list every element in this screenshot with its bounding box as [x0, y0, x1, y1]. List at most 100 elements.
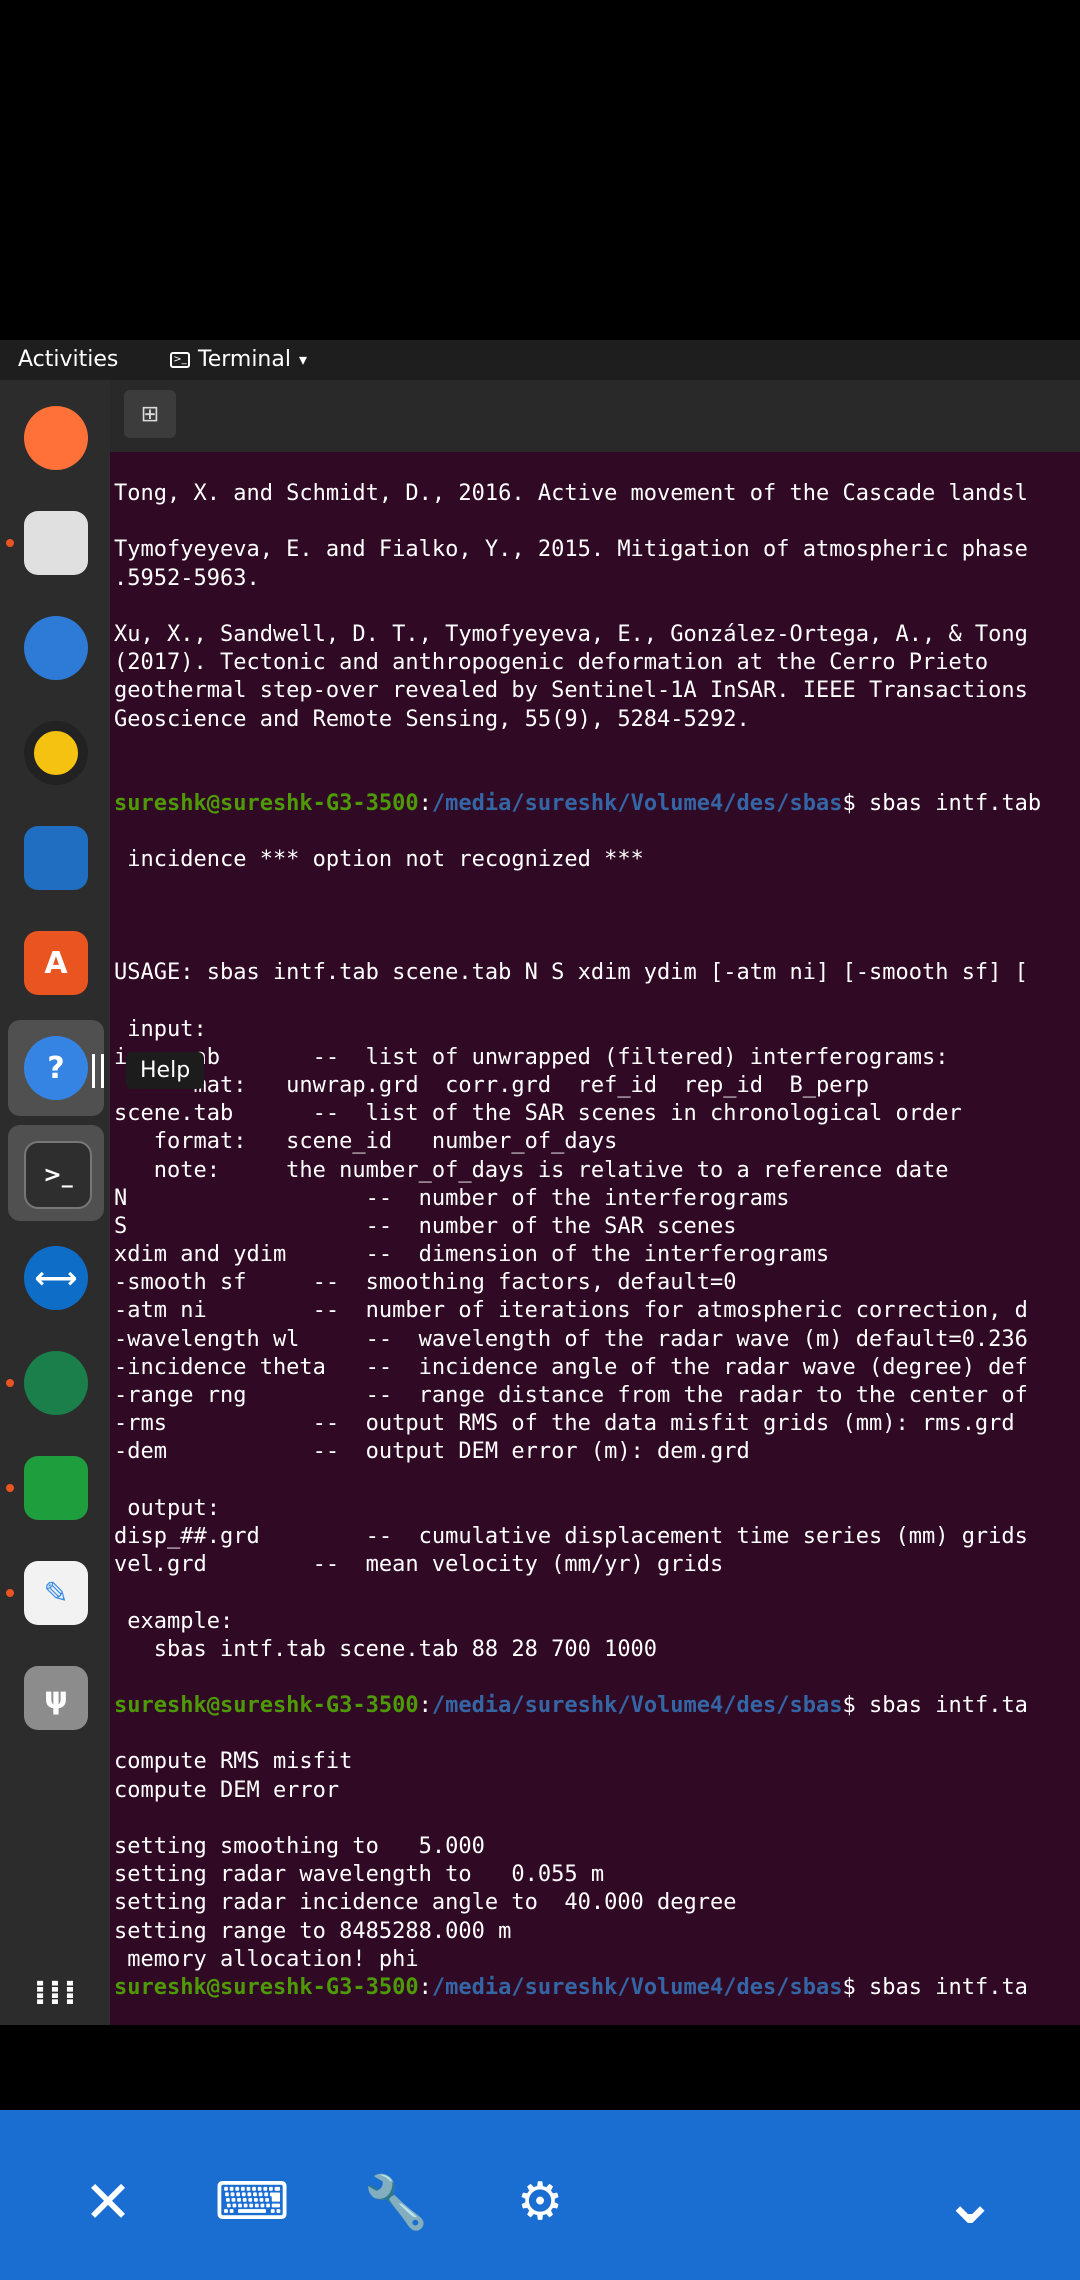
dock-item-firefox[interactable]: [8, 390, 104, 486]
usb-drive-icon: ψ: [24, 1666, 88, 1730]
help-icon: ?: [24, 1036, 88, 1100]
terminal-line: Tong, X. and Schmidt, D., 2016. Active m…: [114, 481, 1028, 506]
terminal-line: input:: [114, 1016, 207, 1042]
terminal-line: S -- number of the SAR scenes: [114, 1213, 737, 1239]
terminal-tab-bar: ⊞: [110, 380, 1080, 452]
running-indicator: [6, 1589, 14, 1597]
gear-icon: ⚙: [516, 2172, 564, 2232]
terminal-line: memory allocation! phi: [114, 1946, 419, 1972]
prompt-separator: :: [418, 791, 432, 817]
keyboard-icon: ⌨: [214, 2172, 290, 2232]
prompt-command: $ sbas intf.tab: [842, 791, 1042, 817]
terminal-line: scene.tab -- list of the SAR scenes in c…: [114, 1101, 962, 1127]
wrench-icon: 🔧: [363, 2172, 429, 2233]
close-button[interactable]: ✕: [58, 2152, 158, 2252]
terminal-line: mat: unwrap.grd corr.grd ref_id rep_id B…: [114, 1072, 869, 1098]
webcam-icon: [24, 1351, 88, 1415]
dock-item-files[interactable]: [6, 495, 104, 591]
terminal-line: setting radar incidence angle to 40.000 …: [114, 1890, 737, 1916]
dock-item-help[interactable]: ?: [8, 1020, 104, 1116]
dock-item-usb-drive[interactable]: ψ: [8, 1650, 104, 1746]
gear-button[interactable]: ⚙: [490, 2152, 590, 2252]
prompt-path: /media/sureshk/Volume4/des/sbas: [431, 1974, 843, 2000]
terminal-line: .5952-5963.: [114, 565, 260, 591]
terminal-line: -smooth sf -- smoothing factors, default…: [114, 1270, 737, 1296]
text-editor-icon: ✎: [24, 1561, 88, 1625]
terminal-line: sbas intf.tab scene.tab 88 28 700 1000: [114, 1636, 658, 1662]
terminal-line: output:: [114, 1495, 220, 1521]
terminal-line: Tymofyeyeva, E. and Fialko, Y., 2015. Mi…: [114, 537, 1028, 563]
libreoffice-calc-icon: [24, 1456, 88, 1520]
teamviewer-icon: ⟷: [24, 1246, 88, 1310]
show-applications-button[interactable]: ⁞⁞⁞: [8, 1945, 104, 2025]
dock-item-libreoffice-writer[interactable]: [8, 810, 104, 906]
terminal-app-menu[interactable]: >_ Terminal ▾: [170, 347, 307, 372]
terminal-line: setting radar wavelength to 0.055 m: [114, 1862, 605, 1888]
terminal-line: sureshk@sureshk-G3-3500:/media/sureshk/V…: [114, 790, 1080, 818]
rhythmbox-icon: [24, 721, 88, 785]
terminal-icon: >_: [24, 1141, 92, 1209]
new-tab-button[interactable]: ⊞: [124, 390, 176, 438]
remote-desktop-screen: Activities >_ Terminal ▾ A? >_ ⟷ ✎ ψ ⁞⁞⁞ ⊞ To…: [0, 340, 1080, 2025]
dock-item-teamviewer[interactable]: ⟷: [8, 1230, 104, 1326]
terminal-line: -dem -- output DEM error (m): dem.grd: [114, 1439, 750, 1465]
text-cursor-icon: [92, 1054, 104, 1088]
app-menu-label: Terminal: [198, 347, 291, 372]
close-icon: ✕: [83, 2168, 133, 2236]
terminal-line: USAGE: sbas intf.tab scene.tab N S xdim …: [114, 960, 1028, 986]
terminal-line: disp_##.grd -- cumulative displacement t…: [114, 1523, 1028, 1549]
terminal-line: -wavelength wl -- wavelength of the rada…: [114, 1326, 1028, 1352]
dock-item-rhythmbox[interactable]: [8, 705, 104, 801]
terminal-line: incidence *** option not recognized ***: [114, 847, 644, 873]
chevron-down-icon: ⌄: [943, 2165, 997, 2239]
files-icon: [24, 511, 88, 575]
terminal-line: i ab -- list of unwrapped (filtered) int…: [114, 1044, 949, 1070]
terminal-line: setting range to 8485288.000 m: [114, 1918, 512, 1944]
dock-item-software-center[interactable]: A: [8, 915, 104, 1011]
running-indicator: [6, 1484, 14, 1492]
remote-control-toolbar: ✕ ⌨ 🔧 ⚙ ⌄: [0, 2110, 1080, 2280]
terminal-line: -rms -- output RMS of the data misfit gr…: [114, 1411, 1015, 1437]
terminal-line: geothermal step-over revealed by Sentine…: [114, 678, 1028, 704]
prompt-path: /media/sureshk/Volume4/des/sbas: [431, 1693, 843, 1719]
dock-item-thunderbird[interactable]: [8, 600, 104, 696]
wrench-button[interactable]: 🔧: [346, 2152, 446, 2252]
terminal-line: N -- number of the interferograms: [114, 1185, 790, 1211]
thunderbird-icon: [24, 616, 88, 680]
terminal-output[interactable]: Tong, X. and Schmidt, D., 2016. Active m…: [114, 480, 1080, 2020]
terminal-line: compute RMS misfit: [114, 1749, 353, 1775]
top-bar: Activities >_ Terminal ▾: [0, 340, 1080, 380]
terminal-line: -atm ni -- number of iterations for atmo…: [114, 1298, 1028, 1324]
terminal-line: note: the number_of_days is relative to …: [114, 1157, 949, 1183]
prompt-command: $ sbas intf.ta: [842, 1974, 1028, 2000]
terminal-line: Xu, X., Sandwell, D. T., Tymofyeyeva, E.…: [114, 621, 1028, 647]
dock-item-terminal[interactable]: >_: [8, 1125, 104, 1221]
prompt-user: sureshk@sureshk-G3-3500: [114, 1693, 419, 1719]
dock-item-webcam[interactable]: [6, 1335, 104, 1431]
prompt-user: sureshk@sureshk-G3-3500: [114, 1974, 419, 2000]
prompt-path: /media/sureshk/Volume4/des/sbas: [431, 791, 843, 817]
firefox-icon: [24, 406, 88, 470]
libreoffice-writer-icon: [24, 826, 88, 890]
dock-item-text-editor[interactable]: ✎: [6, 1545, 104, 1641]
running-indicator: [6, 539, 14, 547]
chevron-down-button[interactable]: ⌄: [920, 2152, 1020, 2252]
keyboard-button[interactable]: ⌨: [202, 2152, 302, 2252]
terminal-line: Geoscience and Remote Sensing, 55(9), 52…: [114, 706, 750, 732]
caret-down-icon: ▾: [298, 350, 308, 369]
terminal-line: (2017). Tectonic and anthropogenic defor…: [114, 650, 989, 676]
dock-item-libreoffice-calc[interactable]: [6, 1440, 104, 1536]
activities-button[interactable]: Activities: [18, 347, 118, 372]
terminal-line: -incidence theta -- incidence angle of t…: [114, 1354, 1028, 1380]
terminal-small-icon: >_: [170, 351, 190, 368]
